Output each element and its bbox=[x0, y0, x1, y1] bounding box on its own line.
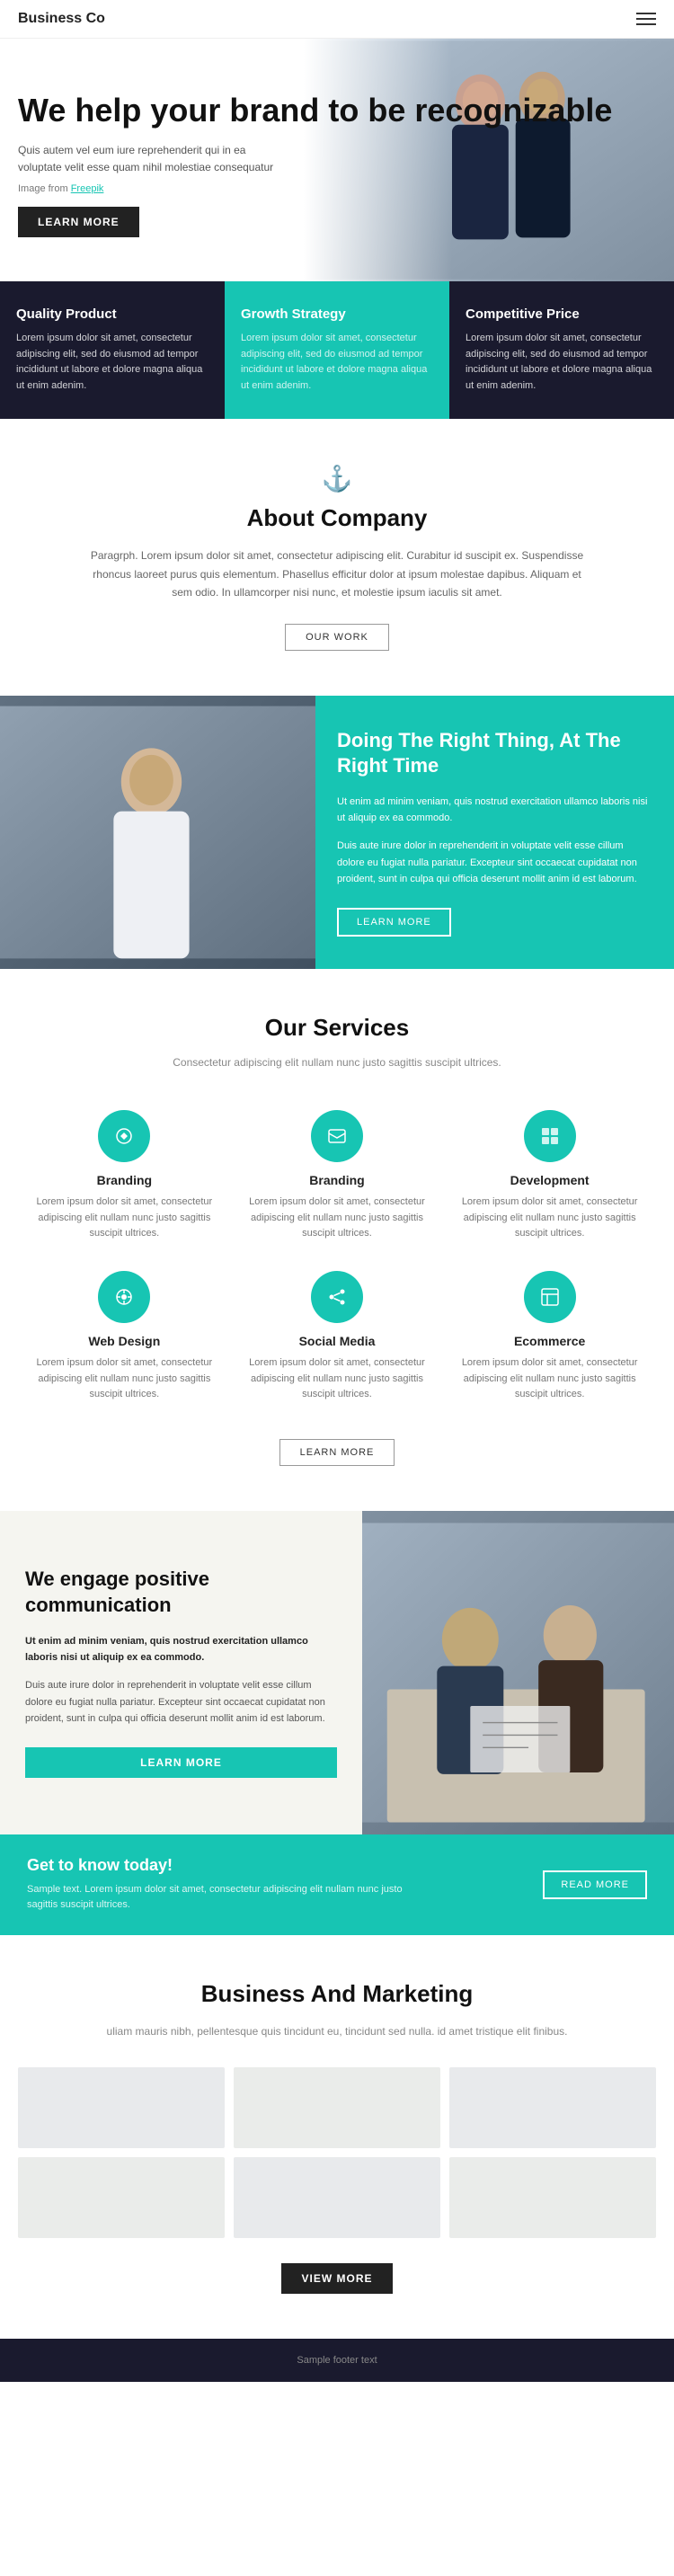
services-grid: Branding Lorem ipsum dolor sit amet, con… bbox=[18, 1096, 656, 1417]
service-development: Development Lorem ipsum dolor sit amet, … bbox=[443, 1096, 656, 1257]
get-to-know-section: Get to know today! Sample text. Lorem ip… bbox=[0, 1834, 674, 1935]
doing-title: Doing The Right Thing, At The Right Time bbox=[337, 728, 652, 779]
engage-section: We engage positive communication Ut enim… bbox=[0, 1511, 674, 1834]
doing-text1: Ut enim ad minim veniam, quis nostrud ex… bbox=[337, 794, 652, 827]
hero-description: Quis autem vel eum iure reprehenderit qu… bbox=[18, 142, 288, 176]
about-title: About Company bbox=[18, 504, 656, 532]
service-branding-2: Branding Lorem ipsum dolor sit amet, con… bbox=[231, 1096, 444, 1257]
quality-title: Quality Product bbox=[16, 306, 208, 322]
get-to-know-description: Sample text. Lorem ipsum dolor sit amet,… bbox=[27, 1882, 422, 1914]
socialmedia-icon bbox=[311, 1271, 363, 1323]
competitive-price-col: Competitive Price Lorem ipsum dolor sit … bbox=[449, 281, 674, 419]
doing-right-section: Doing The Right Thing, At The Right Time… bbox=[0, 696, 674, 970]
header: Business Co bbox=[0, 0, 674, 39]
webdesign-icon bbox=[98, 1271, 150, 1323]
development-icon bbox=[524, 1110, 576, 1162]
engage-text2: Duis aute irure dolor in reprehenderit i… bbox=[25, 1677, 337, 1728]
services-learn-more-container: LEARN MORE bbox=[18, 1439, 656, 1466]
services-learn-more-button[interactable]: LEARN MORE bbox=[279, 1439, 395, 1466]
three-columns-section: Quality Product Lorem ipsum dolor sit am… bbox=[0, 281, 674, 419]
service-text-1: Lorem ipsum dolor sit amet, consectetur … bbox=[249, 1195, 426, 1242]
growth-strategy-col: Growth Strategy Lorem ipsum dolor sit am… bbox=[225, 281, 449, 419]
service-text-5: Lorem ipsum dolor sit amet, consectetur … bbox=[461, 1355, 638, 1403]
biz-card-3 bbox=[449, 2067, 656, 2148]
engage-text-block: We engage positive communication Ut enim… bbox=[0, 1511, 362, 1834]
services-section: Our Services Consectetur adipiscing elit… bbox=[0, 969, 674, 1511]
engage-image bbox=[362, 1511, 674, 1834]
hero-title: We help your brand to be recognizable bbox=[18, 92, 656, 129]
competitive-text: Lorem ipsum dolor sit amet, consectetur … bbox=[466, 331, 658, 394]
branding-1-icon bbox=[98, 1110, 150, 1162]
business-text: uliam mauris nibh, pellentesque quis tin… bbox=[85, 2022, 589, 2040]
engage-title: We engage positive communication bbox=[25, 1567, 337, 1618]
footer: Sample footer text bbox=[0, 2339, 674, 2382]
service-text-0: Lorem ipsum dolor sit amet, consectetur … bbox=[36, 1195, 213, 1242]
service-webdesign: Web Design Lorem ipsum dolor sit amet, c… bbox=[18, 1257, 231, 1417]
about-section: ⚓ About Company Paragrph. Lorem ipsum do… bbox=[0, 419, 674, 695]
biz-card-5 bbox=[234, 2157, 440, 2238]
get-to-know-title: Get to know today! bbox=[27, 1856, 422, 1875]
quality-text: Lorem ipsum dolor sit amet, consectetur … bbox=[16, 331, 208, 394]
branding-2-icon bbox=[311, 1110, 363, 1162]
biz-card-6 bbox=[449, 2157, 656, 2238]
about-text: Paragrph. Lorem ipsum dolor sit amet, co… bbox=[85, 546, 589, 601]
service-name-2: Development bbox=[461, 1173, 638, 1187]
services-title: Our Services bbox=[18, 1014, 656, 1042]
hero-text-block: We help your brand to be recognizable Qu… bbox=[18, 92, 656, 237]
service-text-2: Lorem ipsum dolor sit amet, consectetur … bbox=[461, 1195, 638, 1242]
engage-text1: Ut enim ad minim veniam, quis nostrud ex… bbox=[25, 1633, 337, 1666]
service-name-4: Social Media bbox=[249, 1334, 426, 1348]
service-ecommerce: Ecommerce Lorem ipsum dolor sit amet, co… bbox=[443, 1257, 656, 1417]
hamburger-menu[interactable] bbox=[636, 13, 656, 25]
quality-product-col: Quality Product Lorem ipsum dolor sit am… bbox=[0, 281, 225, 419]
service-name-3: Web Design bbox=[36, 1334, 213, 1348]
view-more-button[interactable]: VIEW MORE bbox=[281, 2263, 392, 2294]
get-to-know-text: Get to know today! Sample text. Lorem ip… bbox=[27, 1856, 422, 1914]
services-subtitle: Consectetur adipiscing elit nullam nunc … bbox=[18, 1056, 656, 1069]
doing-learn-more-button[interactable]: LEARN MORE bbox=[337, 908, 451, 937]
doing-text2: Duis aute irure dolor in reprehenderit i… bbox=[337, 838, 652, 888]
anchor-icon: ⚓ bbox=[18, 464, 656, 493]
hero-learn-more-button[interactable]: LEARN MORE bbox=[18, 207, 139, 237]
doing-right-content: Doing The Right Thing, At The Right Time… bbox=[315, 696, 674, 970]
doing-left-image bbox=[0, 696, 315, 970]
our-work-button[interactable]: OUR WORK bbox=[285, 624, 389, 651]
hero-image-credit: Image from Freepik bbox=[18, 183, 656, 194]
biz-card-4 bbox=[18, 2157, 225, 2238]
service-text-3: Lorem ipsum dolor sit amet, consectetur … bbox=[36, 1355, 213, 1403]
service-name-1: Branding bbox=[249, 1173, 426, 1187]
biz-card-1 bbox=[18, 2067, 225, 2148]
service-name-5: Ecommerce bbox=[461, 1334, 638, 1348]
service-text-4: Lorem ipsum dolor sit amet, consectetur … bbox=[249, 1355, 426, 1403]
competitive-title: Competitive Price bbox=[466, 306, 658, 322]
business-title: Business And Marketing bbox=[18, 1980, 656, 2008]
service-branding-1: Branding Lorem ipsum dolor sit amet, con… bbox=[18, 1096, 231, 1257]
engage-learn-more-button[interactable]: LEARN MORE bbox=[25, 1747, 337, 1778]
growth-title: Growth Strategy bbox=[241, 306, 433, 322]
service-name-0: Branding bbox=[36, 1173, 213, 1187]
business-section: Business And Marketing uliam mauris nibh… bbox=[0, 1935, 674, 2339]
hero-section: We help your brand to be recognizable Qu… bbox=[0, 39, 674, 281]
biz-card-2 bbox=[234, 2067, 440, 2148]
footer-text: Sample footer text bbox=[18, 2355, 656, 2366]
read-more-button[interactable]: READ MORE bbox=[543, 1870, 647, 1899]
growth-text: Lorem ipsum dolor sit amet, consectetur … bbox=[241, 331, 433, 394]
business-grid bbox=[18, 2067, 656, 2238]
service-socialmedia: Social Media Lorem ipsum dolor sit amet,… bbox=[231, 1257, 444, 1417]
freepik-link[interactable]: Freepik bbox=[71, 183, 104, 194]
logo: Business Co bbox=[18, 11, 105, 27]
ecommerce-icon bbox=[524, 1271, 576, 1323]
